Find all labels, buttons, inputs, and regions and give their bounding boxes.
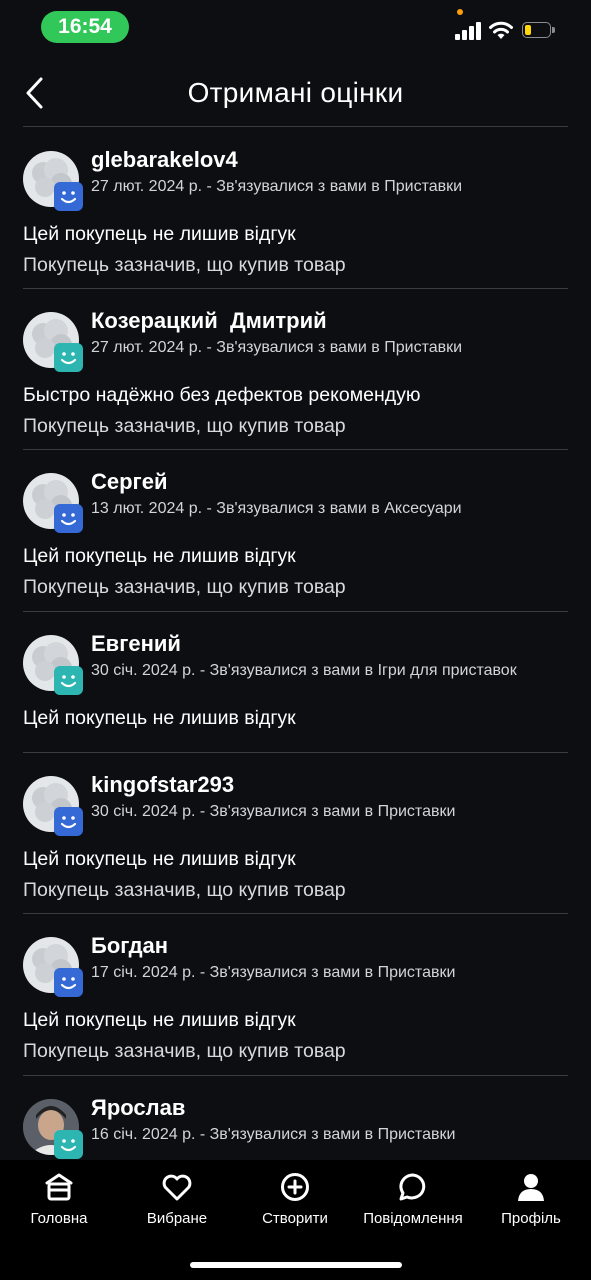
review-context: - Зв'язувалися з вами в Приставки: [195, 803, 456, 820]
review-date: 27 лют. 2024 р.: [91, 339, 203, 356]
review-item[interactable]: Ярослав 16 січ. 2024 р. - Зв'язувалися з…: [0, 1075, 591, 1160]
avatar[interactable]: [23, 635, 83, 695]
nav-label: Профіль: [501, 1210, 561, 1227]
reviewer-name[interactable]: Козерацкий Дмитрий: [91, 308, 327, 334]
review-meta: 30 січ. 2024 р. - Зв'язувалися з вами в …: [91, 662, 517, 680]
review-meta: 30 січ. 2024 р. - Зв'язувалися з вами в …: [91, 803, 455, 821]
review-context: - Зв'язувалися з вами в Приставки: [202, 339, 463, 356]
purchase-note: Покупець зазначив, що купив товар: [23, 1040, 346, 1062]
review-comment: Быстро надёжно без дефектов рекомендую: [23, 384, 421, 406]
smile-badge-icon: [54, 504, 83, 533]
reviewer-name[interactable]: Евгений: [91, 631, 181, 657]
status-bar: 16:54: [0, 0, 591, 56]
status-time: 16:54: [41, 11, 129, 43]
review-meta: 27 лют. 2024 р. - Зв'язувалися з вами в …: [91, 178, 462, 196]
reviewer-name[interactable]: glebarakelov4: [91, 147, 238, 173]
review-date: 30 січ. 2024 р.: [91, 662, 196, 679]
review-context: - Зв'язувалися з вами в Приставки: [202, 178, 463, 195]
battery-icon: [522, 22, 556, 40]
nav-label: Повідомлення: [363, 1210, 463, 1227]
review-date: 13 лют. 2024 р.: [91, 500, 203, 517]
wifi-icon: [489, 21, 513, 39]
review-context: - Зв'язувалися з вами в Приставки: [195, 964, 456, 981]
home-icon: [45, 1173, 73, 1201]
plus-circle-icon: [281, 1173, 309, 1201]
review-item[interactable]: Евгений 30 січ. 2024 р. - Зв'язувалися з…: [0, 611, 591, 752]
nav-home[interactable]: Головна: [4, 1170, 114, 1240]
heart-icon: [162, 1174, 192, 1201]
review-item[interactable]: glebarakelov4 27 лют. 2024 р. - Зв'язува…: [0, 127, 591, 288]
avatar[interactable]: [23, 776, 83, 836]
review-meta: 13 лют. 2024 р. - Зв'язувалися з вами в …: [91, 500, 462, 518]
purchase-note: Покупець зазначив, що купив товар: [23, 415, 346, 437]
header: Отримані оцінки: [0, 64, 591, 126]
review-meta: 16 січ. 2024 р. - Зв'язувалися з вами в …: [91, 1126, 455, 1144]
purchase-note: Покупець зазначив, що купив товар: [23, 254, 346, 276]
review-item[interactable]: Козерацкий Дмитрий 27 лют. 2024 р. - Зв'…: [0, 288, 591, 449]
nav-label: Вибране: [146, 1210, 208, 1227]
review-meta: 17 січ. 2024 р. - Зв'язувалися з вами в …: [91, 964, 455, 982]
review-date: 27 лют. 2024 р.: [91, 178, 203, 195]
cellular-signal-icon: [455, 22, 483, 40]
review-comment: Цей покупець не лишив відгук: [23, 223, 296, 245]
smile-badge-icon: [54, 182, 83, 211]
review-date: 17 січ. 2024 р.: [91, 964, 196, 981]
smile-badge-icon: [54, 1130, 83, 1159]
nav-favorites[interactable]: Вибране: [122, 1170, 232, 1240]
purchase-note: Покупець зазначив, що купив товар: [23, 879, 346, 901]
privacy-indicator-dot: [457, 9, 463, 15]
nav-profile[interactable]: Профіль: [476, 1170, 586, 1240]
review-context: - Зв'язувалися з вами в Ігри для пристав…: [195, 662, 517, 679]
review-date: 30 січ. 2024 р.: [91, 803, 196, 820]
purchase-note: Покупець зазначив, що купив товар: [23, 576, 346, 598]
nav-create[interactable]: Створити: [240, 1170, 350, 1240]
review-comment: Цей покупець не лишив відгук: [23, 1009, 296, 1031]
smile-badge-icon: [54, 343, 83, 372]
review-item[interactable]: kingofstar293 30 січ. 2024 р. - Зв'язува…: [0, 752, 591, 913]
reviewer-name[interactable]: Сергей: [91, 469, 167, 495]
person-icon: [518, 1174, 544, 1201]
avatar[interactable]: [23, 937, 83, 997]
review-comment: Цей покупець не лишив відгук: [23, 707, 296, 729]
avatar[interactable]: [23, 473, 83, 533]
page-title: Отримані оцінки: [187, 77, 404, 108]
review-comment: Цей покупець не лишив відгук: [23, 545, 296, 567]
review-comment: Цей покупець не лишив відгук: [23, 848, 296, 870]
nav-label: Головна: [30, 1210, 88, 1227]
smile-badge-icon: [54, 968, 83, 997]
review-context: - Зв'язувалися з вами в Аксесуари: [202, 500, 462, 517]
home-indicator: [190, 1262, 402, 1268]
smile-badge-icon: [54, 666, 83, 695]
reviews-list[interactable]: glebarakelov4 27 лют. 2024 р. - Зв'язува…: [0, 127, 591, 1160]
reviewer-name[interactable]: Богдан: [91, 933, 168, 959]
review-context: - Зв'язувалися з вами в Приставки: [195, 1126, 456, 1143]
smile-badge-icon: [54, 807, 83, 836]
chat-bubble-icon: [399, 1173, 426, 1201]
review-date: 16 січ. 2024 р.: [91, 1126, 196, 1143]
avatar[interactable]: [23, 1099, 83, 1159]
bottom-navigation: Головна Вибране Створити Повідомлення Пр…: [0, 1160, 591, 1280]
nav-label: Створити: [262, 1210, 328, 1227]
reviewer-name[interactable]: kingofstar293: [91, 772, 234, 798]
avatar[interactable]: [23, 151, 83, 211]
review-item[interactable]: Богдан 17 січ. 2024 р. - Зв'язувалися з …: [0, 913, 591, 1075]
reviewer-name[interactable]: Ярослав: [91, 1095, 185, 1121]
review-item[interactable]: Сергей 13 лют. 2024 р. - Зв'язувалися з …: [0, 449, 591, 611]
nav-messages[interactable]: Повідомлення: [358, 1170, 468, 1240]
avatar[interactable]: [23, 312, 83, 372]
review-meta: 27 лют. 2024 р. - Зв'язувалися з вами в …: [91, 339, 462, 357]
